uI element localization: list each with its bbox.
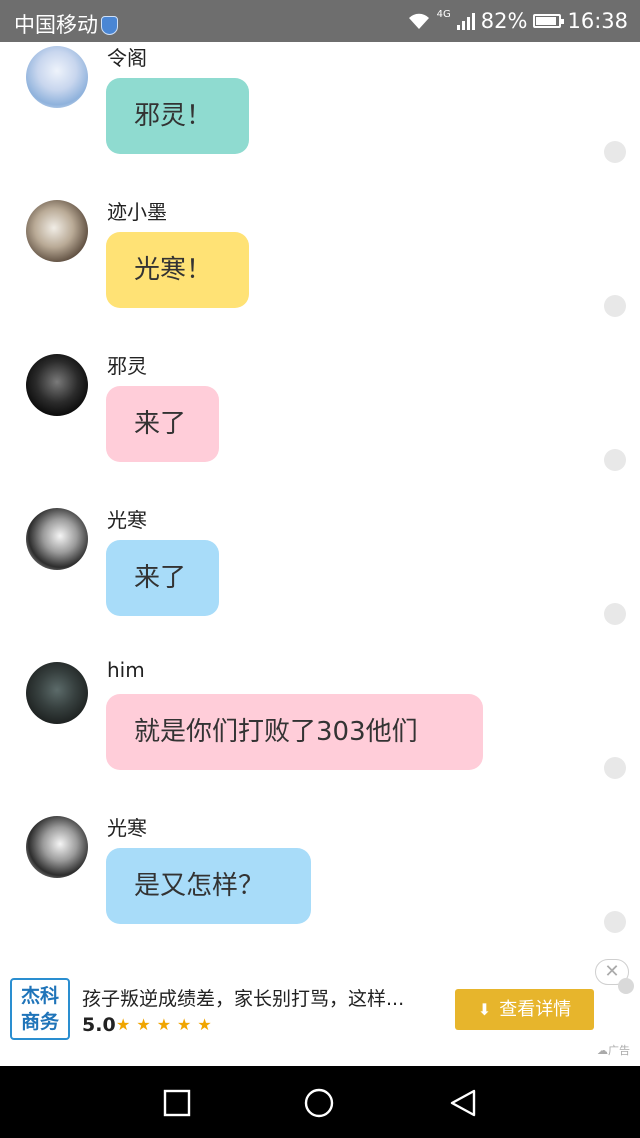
avatar[interactable] (26, 816, 88, 878)
sender-name: 迹小墨 (107, 200, 167, 224)
navigation-bar (0, 1066, 640, 1138)
ad-info-icon[interactable] (618, 978, 634, 994)
ad-logo: 杰科 商务 (10, 978, 70, 1040)
avatar[interactable] (26, 508, 88, 570)
avatar[interactable] (26, 46, 88, 108)
sender-name: 令阁 (107, 46, 147, 70)
ad-title[interactable]: 孩子叛逆成绩差，家长别打骂，这样... (82, 984, 404, 1011)
message-bubble[interactable]: 来了 (106, 540, 219, 616)
message-bubble[interactable]: 是又怎样？ (106, 848, 311, 924)
ad-banner[interactable]: 杰科 商务 孩子叛逆成绩差，家长别打骂，这样... 5.0 ★★★★★ ⬇ 查看详… (0, 956, 640, 1066)
back-button[interactable] (448, 1088, 478, 1118)
message-bubble[interactable]: 来了 (106, 386, 219, 462)
status-dot (604, 295, 626, 317)
sender-name: 光寒 (107, 816, 147, 840)
sender-name: him (107, 658, 145, 682)
square-icon (163, 1089, 191, 1117)
battery-icon (533, 14, 565, 28)
status-dot (604, 757, 626, 779)
network-type: 4G (436, 8, 451, 20)
view-details-button[interactable]: ⬇ 查看详情 (455, 989, 594, 1030)
status-bar: 中国移动 4G 82% 16:38 (0, 0, 640, 42)
message-bubble[interactable]: 就是你们打败了303他们 (106, 694, 483, 770)
shield-icon (101, 16, 118, 35)
sender-name: 光寒 (107, 508, 147, 532)
status-dot (604, 141, 626, 163)
status-dot (604, 449, 626, 471)
status-dot (604, 603, 626, 625)
battery-percent: 82% (480, 9, 528, 33)
signal-icon (456, 12, 475, 30)
clock: 16:38 (567, 9, 628, 33)
status-dot (604, 911, 626, 933)
recents-button[interactable] (162, 1088, 192, 1118)
ad-tag: ☁广告 (597, 1044, 630, 1057)
sender-name: 邪灵 (107, 354, 147, 378)
message-bubble[interactable]: 邪灵！ (106, 78, 249, 154)
triangle-back-icon (450, 1089, 476, 1117)
star-rating-icon: ★★★★★ (116, 1015, 218, 1034)
wifi-icon (407, 12, 431, 30)
download-icon: ⬇ (477, 1000, 492, 1019)
avatar[interactable] (26, 354, 88, 416)
ad-rating: 5.0 (82, 1014, 116, 1036)
home-button[interactable] (304, 1088, 334, 1118)
carrier-label: 中国移动 (14, 9, 118, 39)
circle-icon (304, 1088, 334, 1118)
message-bubble[interactable]: 光寒！ (106, 232, 249, 308)
avatar[interactable] (26, 200, 88, 262)
avatar[interactable] (26, 662, 88, 724)
